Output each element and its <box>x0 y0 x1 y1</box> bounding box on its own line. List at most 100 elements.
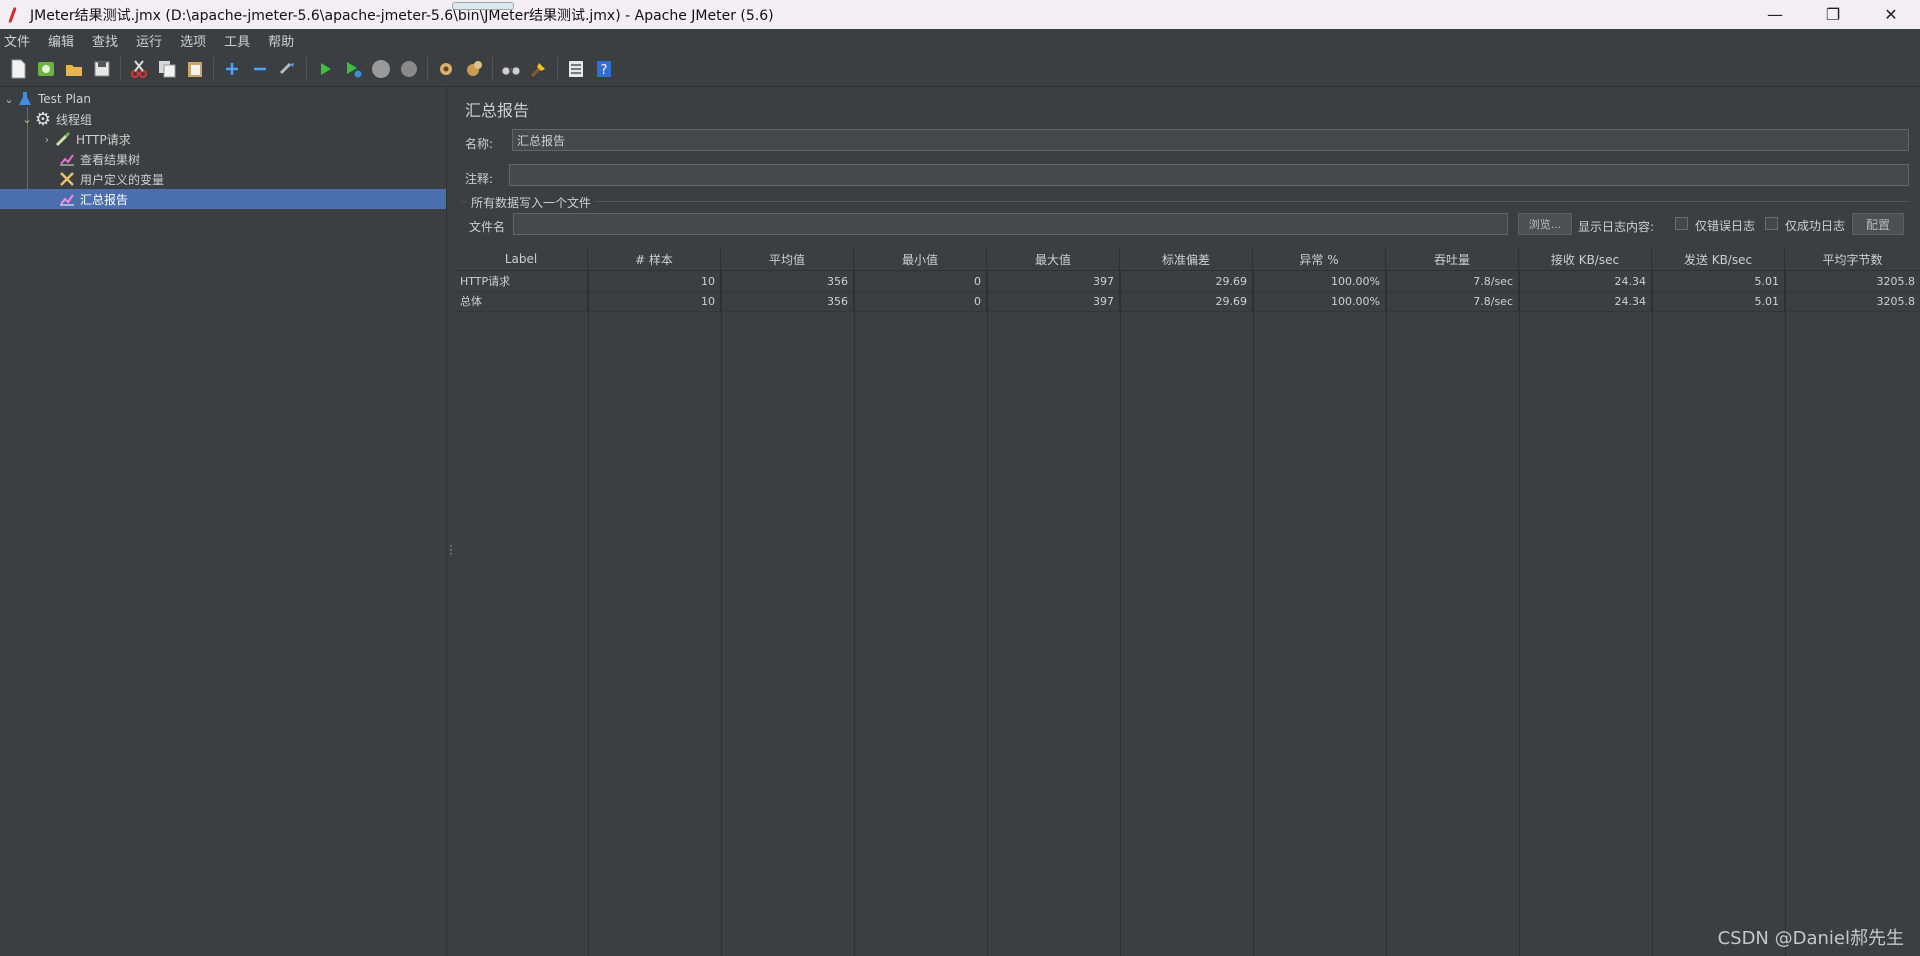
clear-icon[interactable] <box>432 55 460 83</box>
maximize-button[interactable]: ❐ <box>1804 0 1862 29</box>
table-cell: 24.34 <box>1519 291 1652 311</box>
save-icon[interactable] <box>88 55 116 83</box>
page-title: 汇总报告 <box>465 101 530 120</box>
templates-icon[interactable] <box>32 55 60 83</box>
column-header-avg-bytes[interactable]: 平均字节数 <box>1785 248 1920 270</box>
menu-options[interactable]: 选项 <box>176 31 212 50</box>
column-header-average[interactable]: 平均值 <box>721 248 854 270</box>
column-divider <box>854 270 855 956</box>
start-icon[interactable] <box>311 55 339 83</box>
paste-icon[interactable] <box>181 55 209 83</box>
group-divider <box>461 201 467 202</box>
close-button[interactable]: ✕ <box>1862 0 1920 29</box>
panel-splitter[interactable] <box>446 87 455 956</box>
column-header-min[interactable]: 最小值 <box>854 248 987 270</box>
errors-only-label: 仅错误日志 <box>1695 219 1756 233</box>
comment-input[interactable] <box>509 164 1909 186</box>
menu-file[interactable]: 文件 <box>0 31 36 50</box>
tree-item-thread-group[interactable]: ⌄ ⚙ 线程组 <box>0 108 446 130</box>
tree-item-label: 用户定义的变量 <box>80 172 165 187</box>
column-header-sent-kb[interactable]: 发送 KB/sec <box>1652 248 1785 270</box>
toolbar-separator <box>120 56 121 81</box>
toolbar: ? <box>0 51 1920 87</box>
table-cell: 3205.8 <box>1876 294 1916 308</box>
window-controls: — ❐ ✕ <box>1746 0 1920 29</box>
table-cell: 100.00% <box>1253 271 1386 291</box>
test-plan-icon <box>16 91 34 107</box>
open-icon[interactable] <box>60 55 88 83</box>
chevron-right-icon[interactable]: › <box>40 133 54 146</box>
menu-tools[interactable]: 工具 <box>220 31 256 50</box>
chevron-down-icon[interactable]: ⌄ <box>20 113 34 126</box>
collapse-icon[interactable] <box>246 55 274 83</box>
filename-input[interactable] <box>513 213 1508 235</box>
function-helper-icon[interactable] <box>562 55 590 83</box>
clear-all-icon[interactable] <box>460 55 488 83</box>
table-row[interactable]: HTTP请求 10 356 0 397 29.69 100.00% 7.8/se… <box>455 271 1920 292</box>
gear-icon: ⚙ <box>34 108 52 130</box>
toolbar-separator <box>557 56 558 81</box>
column-header-received-kb[interactable]: 接收 KB/sec <box>1519 248 1652 270</box>
tree-item-summary-report[interactable]: 汇总报告 <box>0 189 446 209</box>
copy-icon[interactable] <box>153 55 181 83</box>
pipette-icon <box>54 131 72 147</box>
success-only-checkbox[interactable] <box>1765 217 1778 230</box>
chart-icon <box>58 151 76 167</box>
table-cell: 397 <box>987 271 1120 291</box>
toolbar-separator <box>306 56 307 81</box>
minimize-button[interactable]: — <box>1746 0 1804 29</box>
splitter-grip-icon[interactable]: · · · <box>449 540 453 560</box>
toggle-icon[interactable] <box>274 55 302 83</box>
shutdown-icon[interactable] <box>395 55 423 83</box>
cut-icon[interactable] <box>125 55 153 83</box>
tools-icon <box>58 171 76 187</box>
filename-label: 文件名 <box>469 220 506 234</box>
menu-search[interactable]: 查找 <box>88 31 124 50</box>
table-cell: 5.01 <box>1652 271 1785 291</box>
chevron-down-icon[interactable]: ⌄ <box>2 93 16 106</box>
column-divider <box>987 270 988 956</box>
column-divider <box>1519 270 1520 956</box>
table-cell: 397 <box>987 291 1120 311</box>
column-header-samples[interactable]: # 样本 <box>588 248 721 270</box>
table-cell: 100.00% <box>1253 291 1386 311</box>
name-input[interactable] <box>512 129 1909 151</box>
new-icon[interactable] <box>4 55 32 83</box>
column-header-std-dev[interactable]: 标准偏差 <box>1120 248 1253 270</box>
browse-button[interactable]: 浏览... <box>1518 213 1572 235</box>
table-cell: 0 <box>854 291 987 311</box>
menu-help[interactable]: 帮助 <box>264 31 300 50</box>
table-header: Label # 样本 平均值 最小值 最大值 标准偏差 异常 % 吞吐量 接收 … <box>455 248 1920 271</box>
toolbar-separator <box>492 56 493 81</box>
comment-label: 注释: <box>465 172 494 186</box>
watermark: CSDN @Daniel郝先生 <box>1717 928 1904 949</box>
search-icon[interactable] <box>497 55 525 83</box>
column-header-error-percent[interactable]: 异常 % <box>1253 248 1386 270</box>
expand-icon[interactable] <box>218 55 246 83</box>
menu-edit[interactable]: 编辑 <box>44 31 80 50</box>
tree-item-label: HTTP请求 <box>76 132 131 147</box>
table-cell: 24.34 <box>1519 271 1652 291</box>
stop-icon[interactable] <box>367 55 395 83</box>
tree-item-label: Test Plan <box>38 92 91 106</box>
tree-item-test-plan[interactable]: ⌄ Test Plan <box>0 89 446 109</box>
column-header-max[interactable]: 最大值 <box>987 248 1120 270</box>
tree-item-view-results-tree[interactable]: 查看结果树 <box>0 149 446 169</box>
configure-button[interactable]: 配置 <box>1852 213 1904 235</box>
scroll-indicator <box>452 2 514 10</box>
window-title: JMeter结果测试.jmx (D:\apache-jmeter-5.6\apa… <box>30 7 774 24</box>
menu-run[interactable]: 运行 <box>132 31 168 50</box>
tree-item-user-defined-variables[interactable]: 用户定义的变量 <box>0 169 446 189</box>
column-header-label[interactable]: Label <box>455 248 588 270</box>
column-divider <box>1652 270 1653 956</box>
reset-search-icon[interactable] <box>525 55 553 83</box>
name-label: 名称: <box>465 137 494 151</box>
table-row[interactable]: 总体 10 356 0 397 29.69 100.00% 7.8/sec 24… <box>455 291 1920 312</box>
errors-only-checkbox[interactable] <box>1675 217 1688 230</box>
start-no-pauses-icon[interactable] <box>339 55 367 83</box>
help-icon[interactable]: ? <box>590 55 618 83</box>
title-bar: JMeter结果测试.jmx (D:\apache-jmeter-5.6\apa… <box>0 0 1920 29</box>
column-header-throughput[interactable]: 吞吐量 <box>1386 248 1519 270</box>
tree-item-label: 汇总报告 <box>80 192 129 207</box>
tree-item-http-request[interactable]: › HTTP请求 <box>0 129 446 149</box>
